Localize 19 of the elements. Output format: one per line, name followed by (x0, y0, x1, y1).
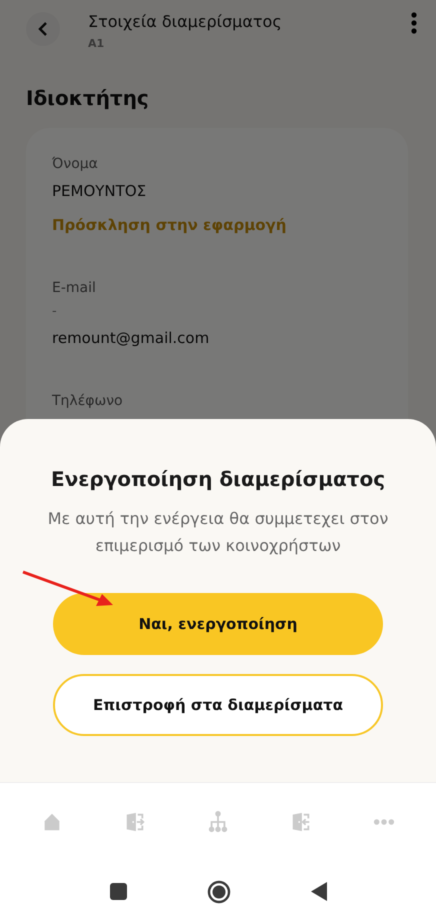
field-label: Όνομα (52, 156, 99, 172)
more-menu-icon[interactable] (410, 12, 418, 34)
confirm-button[interactable]: Ναι, ενεργοποίηση (53, 593, 383, 655)
home-button-icon[interactable] (206, 880, 230, 904)
dialog-message: Με αυτή την ενέργεια θα συμμετεχει στον επιμερισμό των κοινοχρήστων (46, 508, 390, 557)
field-value: ΡΕΜΟΥΝΤΟΣ (52, 182, 148, 200)
recents-icon[interactable] (110, 883, 126, 900)
screen-title: Στοιχεία διαμερίσματος (88, 12, 283, 31)
back-button[interactable] (26, 12, 60, 46)
field-note: - (52, 304, 58, 319)
back-icon (36, 21, 50, 37)
dialog-title: Ενεργοποίηση διαμερίσματος (50, 467, 386, 491)
section-title: Ιδιοκτήτης (26, 86, 150, 110)
field-label: Τηλέφωνο (52, 393, 124, 409)
screen-subtitle: A1 (88, 37, 106, 50)
back-to-list-button[interactable]: Επιστροφή στα διαμερίσματα (53, 674, 383, 736)
field-value: remount@gmail.com (52, 329, 210, 347)
back-nav-icon[interactable] (310, 882, 326, 901)
field-label: E-mail (52, 280, 97, 296)
